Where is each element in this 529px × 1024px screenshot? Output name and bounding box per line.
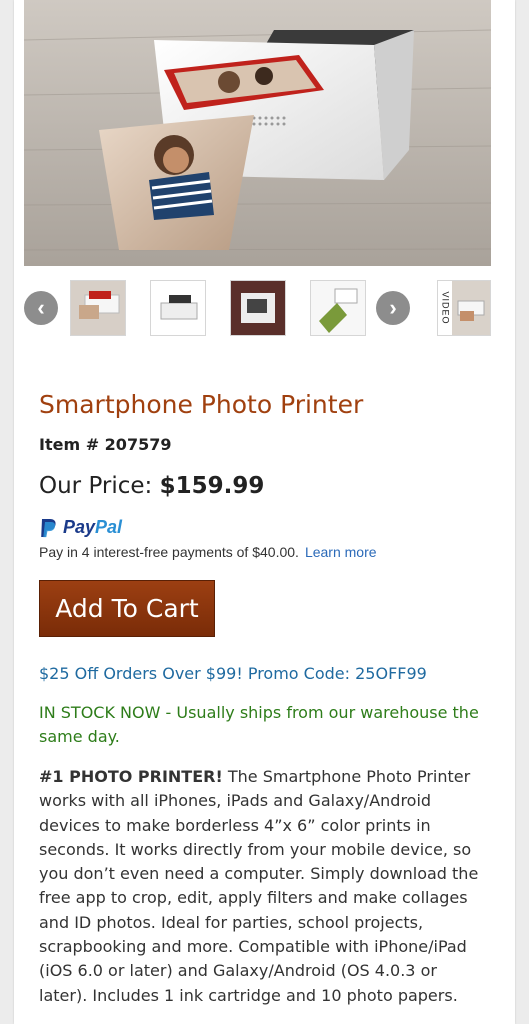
installments-text: Pay in 4 interest-free payments of $40.0…	[39, 544, 299, 560]
thumbnail-1[interactable]	[70, 280, 126, 336]
chevron-left-icon[interactable]: ‹	[24, 291, 58, 325]
product-hero-image[interactable]	[24, 0, 491, 266]
price-value: $159.99	[159, 473, 265, 499]
thumbnail-4[interactable]	[310, 280, 366, 336]
price-label: Our Price:	[39, 473, 160, 499]
thumbnail-printer-front	[151, 281, 205, 335]
paypal-pay: Pay	[63, 517, 96, 537]
hero-photo	[24, 0, 491, 266]
thumbnail-strip: ‹ › VIDEO	[24, 274, 491, 344]
paypal-pal: Pal	[95, 517, 123, 537]
video-label-strip: VIDEO	[438, 281, 452, 335]
chevron-right-icon[interactable]: ›	[376, 291, 410, 325]
learn-more-link[interactable]: Learn more	[305, 544, 377, 560]
item-number: Item # 207579	[39, 435, 172, 454]
paypal-logo: PayPal	[39, 517, 489, 538]
stock-status: IN STOCK NOW - Usually ships from our wa…	[39, 703, 479, 746]
thumbnail-printer-top	[231, 281, 285, 335]
thumbnail-3[interactable]	[230, 280, 286, 336]
product-description: #1 PHOTO PRINTER! The Smartphone Photo P…	[39, 765, 489, 1008]
promo-banner: $25 Off Orders Over $99! Promo Code: 25O…	[39, 664, 427, 683]
thumbnail-video[interactable]: VIDEO	[437, 280, 491, 336]
product-title: Smartphone Photo Printer	[39, 390, 364, 419]
description-body: The Smartphone Photo Printer works with …	[39, 767, 479, 1005]
video-label: VIDEO	[440, 291, 451, 325]
thumbnail-printer-photo	[71, 281, 125, 335]
thumbnail-video-preview	[452, 281, 490, 335]
paypal-installments: Pay in 4 interest-free payments of $40.0…	[39, 544, 489, 560]
price-line: Our Price: $159.99	[39, 473, 489, 499]
add-to-cart-button[interactable]: Add To Cart	[39, 580, 215, 637]
product-info: Smartphone Photo Printer Item # 207579 O…	[39, 380, 489, 1008]
thumbnail-print-output	[311, 281, 365, 335]
paypal-wordmark: PayPal	[63, 517, 122, 538]
paypal-icon	[41, 518, 56, 537]
thumbnail-2[interactable]	[150, 280, 206, 336]
description-lead: #1 PHOTO PRINTER!	[39, 767, 223, 786]
